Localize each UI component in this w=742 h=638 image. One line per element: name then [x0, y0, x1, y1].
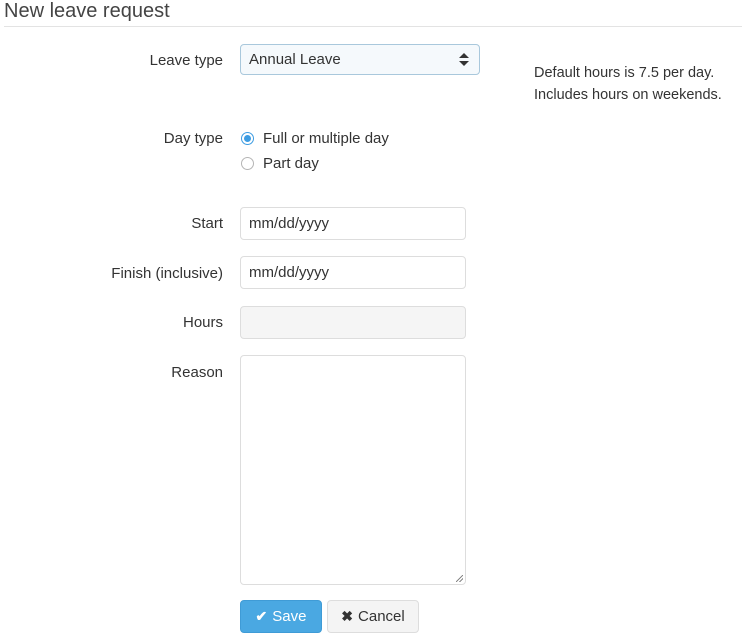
- radio-unchecked-icon[interactable]: [241, 157, 254, 170]
- finish-date-input[interactable]: mm/dd/yyyy: [240, 256, 466, 289]
- radio-full-day[interactable]: Full or multiple day: [240, 130, 389, 147]
- resize-grip-icon[interactable]: [456, 575, 463, 582]
- leave-type-value: Annual Leave: [249, 51, 341, 68]
- start-date-input[interactable]: mm/dd/yyyy: [240, 207, 466, 240]
- radio-part-day-label: Part day: [263, 155, 319, 172]
- day-type-label: Day type: [163, 130, 223, 147]
- radio-full-day-label: Full or multiple day: [263, 130, 389, 147]
- finish-label: Finish (inclusive): [111, 265, 223, 282]
- leave-type-select[interactable]: Annual Leave: [240, 44, 480, 75]
- help-text-line-1: Default hours is 7.5 per day.: [534, 65, 715, 81]
- radio-part-day[interactable]: Part day: [240, 155, 319, 172]
- hours-input[interactable]: [240, 306, 466, 339]
- leave-type-label: Leave type: [149, 52, 223, 69]
- cancel-label: Cancel: [358, 608, 405, 625]
- help-text-line-2: Includes hours on weekends.: [534, 87, 722, 103]
- close-icon: ✖: [341, 608, 354, 624]
- check-icon: ✔: [255, 608, 268, 624]
- radio-checked-icon[interactable]: [241, 132, 254, 145]
- title-divider: [4, 26, 742, 27]
- hours-label: Hours: [182, 314, 223, 331]
- save-button[interactable]: ✔ Save: [240, 600, 322, 633]
- help-text: Default hours is 7.5 per day. Includes h…: [534, 62, 722, 106]
- cancel-button[interactable]: ✖ Cancel: [327, 600, 419, 633]
- select-arrows-icon: [459, 51, 469, 69]
- save-label: Save: [272, 608, 307, 625]
- start-label: Start: [191, 215, 223, 232]
- page-title: New leave request: [4, 0, 170, 22]
- reason-label: Reason: [171, 364, 223, 381]
- reason-textarea[interactable]: [240, 355, 466, 585]
